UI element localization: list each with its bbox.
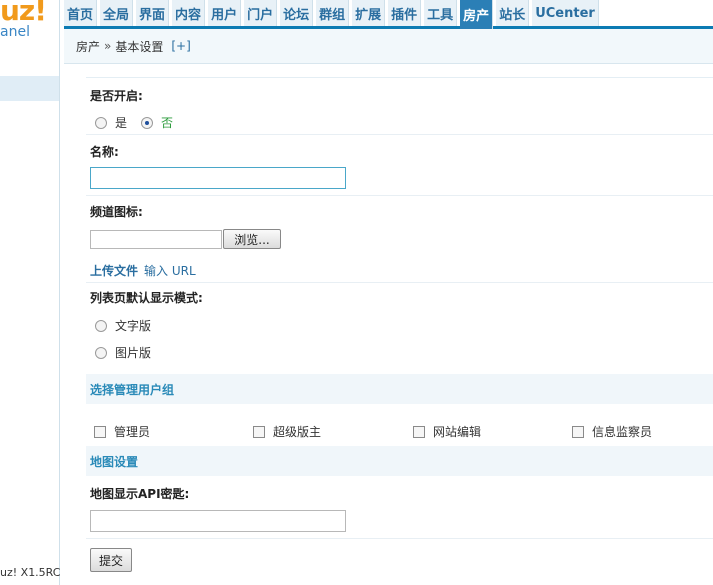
nav-item-house[interactable]: 房产	[460, 0, 494, 29]
nav-item-user[interactable]: 用户	[208, 0, 242, 26]
group-admin-label: 管理员	[114, 425, 151, 439]
enter-url-link[interactable]: 输入 URL	[144, 262, 196, 279]
group-inspector-label: 信息监察员	[592, 425, 653, 439]
sidebar: uz! anel uz! X1.5RC	[0, 0, 60, 585]
brand-logo: uz!	[0, 0, 47, 27]
name-input[interactable]	[90, 167, 346, 189]
submit-button[interactable]: 提交	[90, 548, 132, 572]
brand-subtitle: anel	[0, 24, 30, 40]
list-mode-label: 列表页默认显示模式:	[90, 291, 203, 305]
enabled-yes-radio[interactable]	[95, 116, 107, 129]
nav-item-plugin[interactable]: 插件	[388, 0, 422, 26]
icon-label: 频道图标:	[90, 205, 143, 219]
nav-item-extended[interactable]: 扩展	[352, 0, 386, 26]
list-mode-text-label: 文字版	[115, 319, 152, 333]
list-mode-image-label: 图片版	[115, 346, 152, 360]
divider	[86, 282, 713, 283]
group-editor-label: 网站编辑	[433, 425, 482, 439]
list-mode-text-radio[interactable]	[95, 319, 107, 332]
group-editor-checkbox[interactable]	[413, 425, 425, 438]
enabled-label: 是否开启:	[90, 89, 143, 103]
settings-form: 是否开启: 是 否 名称: 频道图标: 浏览... 上传文件 输入 URL 列表…	[86, 64, 713, 572]
sidebar-item-active[interactable]	[0, 76, 59, 101]
nav-item-forum[interactable]: 论坛	[280, 0, 314, 26]
enabled-yes-label: 是	[115, 116, 128, 130]
breadcrumb-toggle[interactable]: [+]	[171, 39, 190, 53]
nav-item-founder[interactable]: 站长	[496, 0, 530, 26]
list-mode-image-radio[interactable]	[95, 346, 107, 359]
nav-item-style[interactable]: 界面	[136, 0, 170, 26]
breadcrumb: 房产 » 基本设置 [+]	[64, 29, 713, 64]
nav-item-tools[interactable]: 工具	[424, 0, 458, 26]
enabled-no-radio[interactable]	[141, 116, 154, 129]
group-admin-checkbox[interactable]	[94, 425, 106, 438]
group-super-mod-label: 超级版主	[273, 425, 322, 439]
version-label: uz! X1.5RC	[0, 566, 61, 579]
map-api-key-input[interactable]	[90, 510, 346, 532]
groups-section-header: 选择管理用户组	[86, 374, 713, 404]
map-api-key-label: 地图显示API密匙:	[90, 487, 190, 501]
breadcrumb-separator: »	[104, 39, 112, 53]
divider	[86, 134, 713, 135]
enabled-no-label: 否	[161, 116, 174, 130]
divider	[86, 538, 713, 539]
icon-file-input[interactable]	[90, 230, 222, 249]
nav-item-portal[interactable]: 门户	[244, 0, 278, 26]
nav-item-content[interactable]: 内容	[172, 0, 206, 26]
breadcrumb-current: 基本设置	[115, 39, 164, 54]
nav-item-home[interactable]: 首页	[64, 0, 98, 26]
name-label: 名称:	[90, 145, 119, 159]
nav-item-global[interactable]: 全局	[100, 0, 134, 26]
top-nav: 首页 全局 界面 内容 用户 门户 论坛 群组 扩展 插件 工具 房产 站长 U…	[64, 0, 713, 29]
upload-file-link[interactable]: 上传文件	[90, 262, 138, 279]
map-section-header: 地图设置	[86, 446, 713, 476]
breadcrumb-parent[interactable]: 房产	[76, 38, 100, 55]
nav-item-ucenter[interactable]: UCenter	[532, 0, 599, 26]
group-super-mod-checkbox[interactable]	[253, 425, 265, 438]
browse-button[interactable]: 浏览...	[223, 229, 281, 249]
form-top-strip	[86, 64, 713, 78]
group-inspector-checkbox[interactable]	[572, 425, 584, 438]
nav-item-group[interactable]: 群组	[316, 0, 350, 26]
divider	[86, 195, 713, 196]
